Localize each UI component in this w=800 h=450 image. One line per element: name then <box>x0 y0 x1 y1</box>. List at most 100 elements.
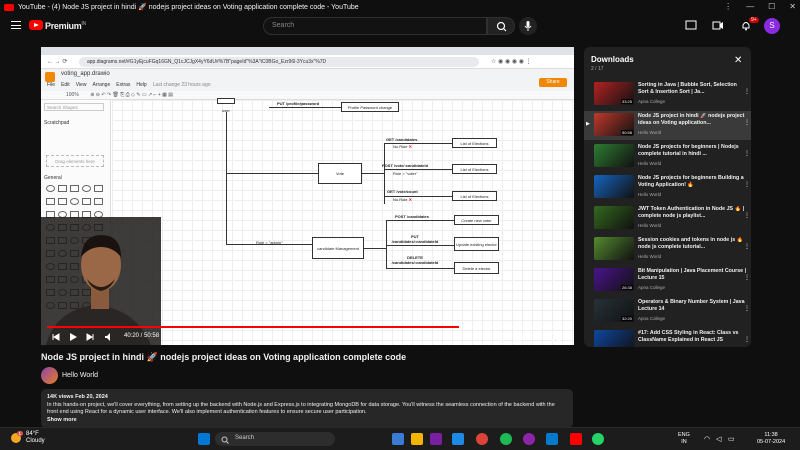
more-options-icon[interactable]: ⋮ <box>744 305 750 312</box>
vote-branch-vertical <box>384 143 385 204</box>
voice-search-button[interactable] <box>519 17 537 35</box>
video-description[interactable]: 14K views Feb 20, 2024 In this hands-on … <box>41 389 573 428</box>
file-explorer-icon[interactable] <box>411 433 423 445</box>
vscode-icon[interactable] <box>546 433 558 445</box>
wifi-icon[interactable]: ◠ <box>704 435 710 443</box>
no-role-1-text: No Role <box>393 144 408 149</box>
download-title: Node JS projects for beginners Building … <box>638 175 744 188</box>
video-player[interactable]: ← → ⟳ app.diagrams.net/#G1yEjcuFGq16GN_Q… <box>41 47 574 345</box>
more-options-icon[interactable]: ⋮ <box>744 243 750 250</box>
search-button[interactable] <box>487 17 515 35</box>
chrome-icon[interactable] <box>476 433 488 445</box>
youtube-premium-logo[interactable]: PremiumIN <box>45 21 86 31</box>
drawio-menu-extras: Extras <box>116 82 131 88</box>
download-title: Node JS project in hindi 🚀 nodejs projec… <box>638 113 745 126</box>
download-item[interactable]: Node JS projects for beginners | Nodejs … <box>584 142 751 171</box>
more-options-icon[interactable]: ⋮ <box>744 150 750 157</box>
channel-name[interactable]: Hello World <box>62 372 98 379</box>
download-item[interactable]: 32:20 Operators & Binary Number System | … <box>584 297 751 326</box>
close-icon[interactable]: ✕ <box>734 55 742 66</box>
channel-avatar[interactable] <box>41 367 58 384</box>
drawio-toolbar: 100% ⊕ ⊖ ↶ ↷ 🗑 ⎘ ⎙ ◇ ✎ ▭ ↗ ⌐ + ▦ ▤ <box>41 91 574 100</box>
profile-route-label: PUT /profile/password <box>277 101 320 106</box>
download-item[interactable]: #17: Add CSS Styling in React: Class vs … <box>584 328 751 347</box>
download-duration: 33:25 <box>620 99 633 104</box>
weather-widget[interactable]: 84°F Cloudy <box>26 431 45 445</box>
create-video-icon[interactable] <box>712 20 724 31</box>
drawio-menu-edit: Edit <box>61 82 70 88</box>
more-options-icon[interactable]: ⋮ <box>744 119 750 126</box>
minimize-button[interactable]: — <box>746 2 754 11</box>
create-voter-box: Create new voter <box>454 215 499 225</box>
play-icon[interactable] <box>68 332 78 342</box>
taskbar-search[interactable]: Search <box>215 432 335 446</box>
windows-start-icon[interactable] <box>198 433 210 445</box>
put-candidate-label: PUT /candidates/:candidateId <box>391 234 439 244</box>
close-window-button[interactable]: ✕ <box>789 2 796 11</box>
taskbar-search-icon <box>221 436 229 444</box>
drawio-file-title: voting_app.drawio <box>61 71 110 77</box>
next-icon[interactable] <box>85 332 95 342</box>
weather-temp: 84°F <box>26 431 39 437</box>
download-item[interactable]: 26:38 Bit Manipulation | Java Placement C… <box>584 266 751 295</box>
browser-tab-title[interactable]: YouTube - (4) Node JS project in hindi 🚀… <box>18 3 359 11</box>
microphone-icon <box>524 21 532 31</box>
more-options-icon[interactable]: ⋮ <box>744 274 750 281</box>
browser-alt-icon[interactable] <box>523 433 535 445</box>
get-vote-count-line <box>384 196 452 197</box>
task-view-icon[interactable] <box>392 433 404 445</box>
post-vote-line <box>384 169 452 170</box>
cast-icon[interactable] <box>685 20 697 31</box>
download-item[interactable]: Session cookies and tokens in node js 🔥 … <box>584 235 751 264</box>
fullscreen-icon[interactable] <box>551 332 561 342</box>
video-progress-fill <box>47 326 459 328</box>
list-elections-box-2: List of Elections <box>452 164 497 174</box>
maximize-button[interactable]: ☐ <box>768 2 775 11</box>
vote-line <box>226 173 318 174</box>
youtube-app-icon[interactable] <box>570 433 582 445</box>
download-item[interactable]: ▶ 50:58 Node JS project in hindi 🚀 nodejs … <box>584 111 751 140</box>
volume-icon[interactable] <box>104 332 114 342</box>
browser-title-bar: YouTube - (4) Node JS project in hindi 🚀… <box>0 0 800 14</box>
video-progress-bar[interactable] <box>47 326 568 328</box>
drawio-shape-icon <box>94 198 103 205</box>
drawio-logo-icon <box>45 72 55 82</box>
no-role-2-text: No Role <box>393 197 408 202</box>
store-icon[interactable] <box>452 433 464 445</box>
miniplayer-icon[interactable] <box>513 332 523 342</box>
user-avatar[interactable]: S <box>764 18 780 34</box>
drawio-shape-icon <box>70 198 79 205</box>
main-vertical-line <box>226 112 227 244</box>
admin-line <box>226 244 312 245</box>
extensions-icon[interactable]: ⋮ <box>724 2 732 11</box>
youtube-logo-icon[interactable] <box>29 20 43 30</box>
drawio-menu-view: View <box>75 82 87 88</box>
battery-icon[interactable]: ▭ <box>728 435 735 443</box>
clock[interactable]: 11:38 05-07-2024 <box>757 432 785 446</box>
download-item[interactable]: Node JS projects for beginners Building … <box>584 173 751 202</box>
downloads-title: Downloads <box>591 55 634 64</box>
more-options-icon[interactable]: ⋮ <box>744 88 750 95</box>
get-candidates-label: GET /candidates <box>386 137 418 142</box>
volume-tray-icon[interactable]: ◁ <box>716 435 721 443</box>
download-item[interactable]: JWT Token Authentication in Node JS 🔥 | … <box>584 204 751 233</box>
whatsapp-icon[interactable] <box>592 433 604 445</box>
spotify-icon[interactable] <box>500 433 512 445</box>
menu-icon[interactable] <box>11 21 21 29</box>
theater-mode-icon[interactable] <box>530 332 540 342</box>
show-more-link[interactable]: Show more <box>47 417 567 425</box>
download-channel: Hello World <box>638 130 662 135</box>
clock-date: 05-07-2024 <box>757 439 786 445</box>
more-options-icon[interactable]: ⋮ <box>744 212 750 219</box>
more-options-icon[interactable]: ⋮ <box>744 181 750 188</box>
download-item[interactable]: 33:25 Sorting in Java | Bubble Sort, Sele… <box>584 80 751 109</box>
search-input[interactable]: Search <box>263 17 487 35</box>
settings-gear-icon[interactable] <box>496 332 506 342</box>
app-icon-purple[interactable] <box>430 433 442 445</box>
inner-ext-icons: ☆ ◉ ◉ ◉ ◉ ⋮ <box>491 59 532 65</box>
download-channel: Hello World <box>638 192 662 197</box>
download-thumbnail <box>594 175 634 198</box>
more-options-icon[interactable]: ⋮ <box>744 336 750 343</box>
previous-icon[interactable] <box>51 332 61 342</box>
language-indicator[interactable]: ENG IN <box>678 432 690 446</box>
